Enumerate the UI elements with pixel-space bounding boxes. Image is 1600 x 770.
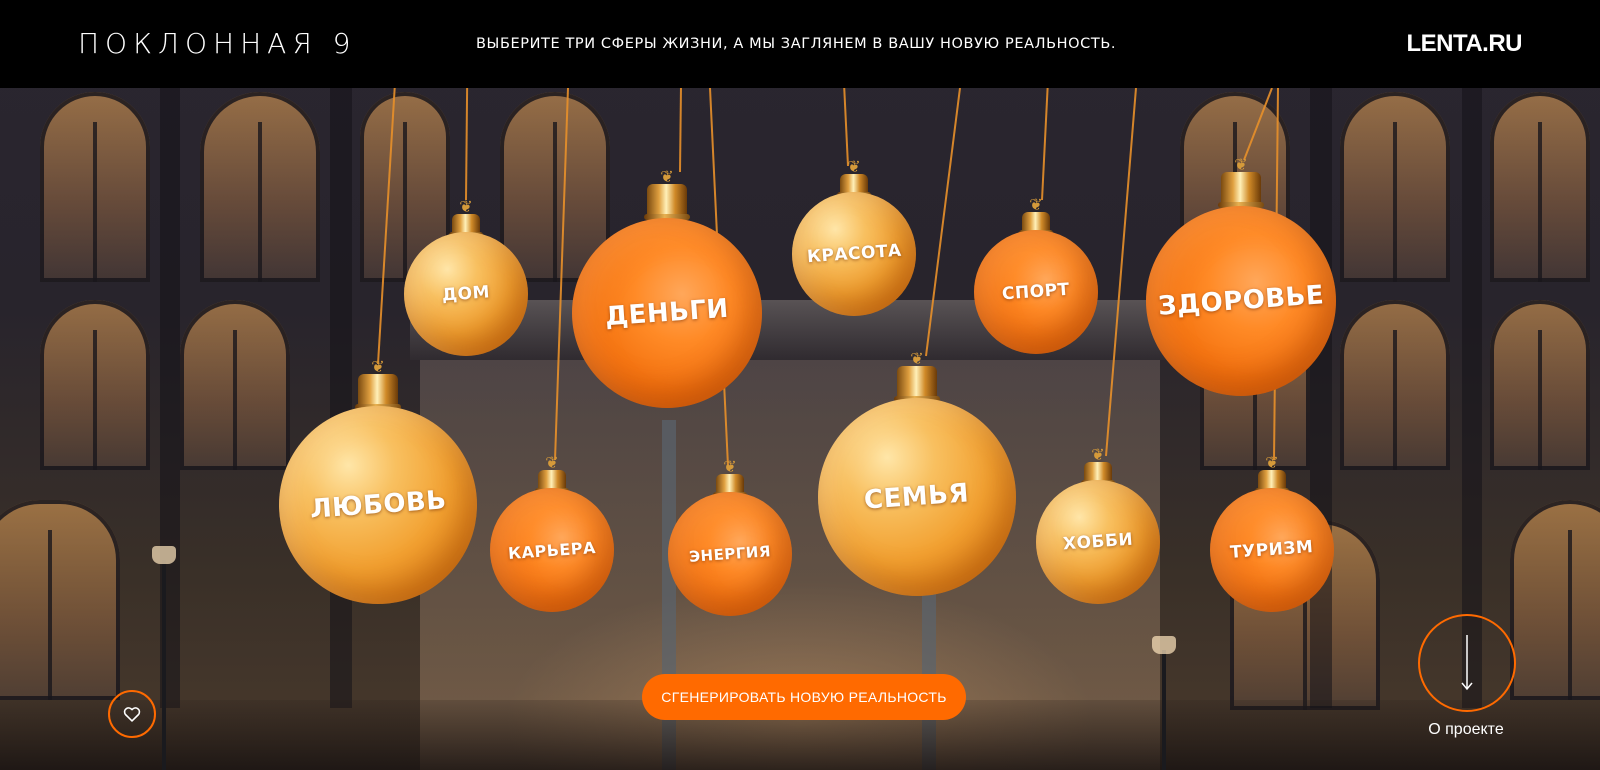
- ornament-dengi[interactable]: ❦ ДЕНЬГИ: [572, 167, 762, 408]
- project-logo[interactable]: ПОКЛОННАЯ 9: [78, 24, 357, 64]
- ornament-label: ДОМ: [441, 282, 491, 306]
- about-project-button[interactable]: [1418, 614, 1516, 712]
- ornament-krasota[interactable]: ❦ КРАСОТА: [792, 157, 916, 316]
- ornament-ball[interactable]: ЗДОРОВЬЕ: [1146, 206, 1336, 396]
- ornament-label: СЕМЬЯ: [863, 478, 971, 516]
- bow-icon: ❦: [1029, 195, 1043, 214]
- lenta-logo[interactable]: LENTA.RU: [1406, 28, 1522, 60]
- building-window: [1490, 300, 1590, 470]
- ornament-karera[interactable]: ❦ КАРЬЕРА: [490, 453, 614, 612]
- ornament-ball[interactable]: КАРЬЕРА: [490, 488, 614, 612]
- ornament-label: КАРЬЕРА: [507, 537, 597, 563]
- ornament-ball[interactable]: ХОББИ: [1036, 480, 1160, 604]
- ornament-turizm[interactable]: ❦ ТУРИЗМ: [1210, 453, 1334, 612]
- background-scene: [0, 0, 1600, 770]
- favorite-button[interactable]: [108, 690, 156, 738]
- bow-icon: ❦: [910, 349, 924, 368]
- bow-icon: ❦: [1265, 453, 1279, 472]
- building-window: [40, 300, 150, 470]
- ornament-cap: [713, 474, 747, 498]
- ornament-cap: [535, 470, 569, 494]
- ornament-cap: [837, 174, 871, 198]
- ornament-label: ЛЮБОВЬ: [308, 485, 448, 525]
- top-header: ПОКЛОННАЯ 9 ВЫБЕРИТЕ ТРИ СФЕРЫ ЖИЗНИ, А …: [0, 0, 1600, 88]
- street-lamp: [1152, 636, 1176, 770]
- ornament-cap: [644, 184, 690, 220]
- header-instruction: ВЫБЕРИТЕ ТРИ СФЕРЫ ЖИЗНИ, А МЫ ЗАГЛЯНЕМ …: [476, 36, 1117, 52]
- ornament-ball[interactable]: СПОРТ: [974, 230, 1098, 354]
- bow-icon: ❦: [459, 197, 473, 216]
- about-project-label[interactable]: О проекте: [1418, 720, 1514, 740]
- ornament-cap: [1255, 470, 1289, 494]
- ornament-ball[interactable]: СЕМЬЯ: [818, 398, 1016, 596]
- ornament-cap: [355, 374, 401, 410]
- ornament-ball[interactable]: ЭНЕРГИЯ: [668, 492, 792, 616]
- ornament-cap: [1019, 212, 1053, 236]
- bow-icon: ❦: [847, 157, 861, 176]
- ornament-zdorovie[interactable]: ❦ ЗДОРОВЬЕ: [1146, 155, 1336, 396]
- bow-icon: ❦: [1234, 155, 1248, 174]
- heart-icon: [123, 707, 141, 722]
- ornament-cap: [894, 366, 940, 402]
- ornament-label: СПОРТ: [1001, 279, 1071, 305]
- building-window: [40, 92, 150, 282]
- building-window: [1340, 92, 1450, 282]
- arrow-down-icon: [1461, 635, 1473, 691]
- ornament-ball[interactable]: КРАСОТА: [792, 192, 916, 316]
- generate-reality-button[interactable]: СГЕНЕРИРОВАТЬ НОВУЮ РЕАЛЬНОСТЬ: [642, 674, 966, 720]
- ornament-label: ХОББИ: [1062, 529, 1134, 555]
- building-window: [1340, 300, 1450, 470]
- ornament-label: ТУРИЗМ: [1229, 537, 1315, 563]
- ornament-sport[interactable]: ❦ СПОРТ: [974, 195, 1098, 354]
- ornament-ball[interactable]: ДЕНЬГИ: [572, 218, 762, 408]
- ornament-energiya[interactable]: ❦ ЭНЕРГИЯ: [668, 457, 792, 616]
- bow-icon: ❦: [545, 453, 559, 472]
- ornament-label: ЭНЕРГИЯ: [688, 542, 772, 566]
- ornament-ball[interactable]: ДОМ: [404, 232, 528, 356]
- ornament-khobbi[interactable]: ❦ ХОББИ: [1036, 445, 1160, 604]
- ornament-ball[interactable]: ТУРИЗМ: [1210, 488, 1334, 612]
- bow-icon: ❦: [371, 357, 385, 376]
- building-window: [200, 92, 320, 282]
- ornament-dom[interactable]: ❦ ДОМ: [404, 197, 528, 356]
- ornament-label: КРАСОТА: [806, 240, 902, 268]
- building-window: [0, 500, 120, 700]
- ornament-lyubov[interactable]: ❦ ЛЮБОВЬ: [279, 357, 477, 604]
- ornament-ball[interactable]: ЛЮБОВЬ: [279, 406, 477, 604]
- bow-icon: ❦: [660, 167, 674, 186]
- ornament-cap: [449, 214, 483, 238]
- building-window: [1510, 500, 1600, 700]
- bow-icon: ❦: [723, 457, 737, 476]
- ornament-label: ЗДОРОВЬЕ: [1157, 280, 1325, 322]
- street-lamp: [152, 546, 176, 770]
- building-window: [1490, 92, 1590, 282]
- ornament-cap: [1081, 462, 1115, 486]
- building-window: [180, 300, 290, 470]
- ornament-cap: [1218, 172, 1264, 208]
- bow-icon: ❦: [1091, 445, 1105, 464]
- ornament-label: ДЕНЬГИ: [604, 293, 730, 333]
- ornament-semya[interactable]: ❦ СЕМЬЯ: [818, 349, 1016, 596]
